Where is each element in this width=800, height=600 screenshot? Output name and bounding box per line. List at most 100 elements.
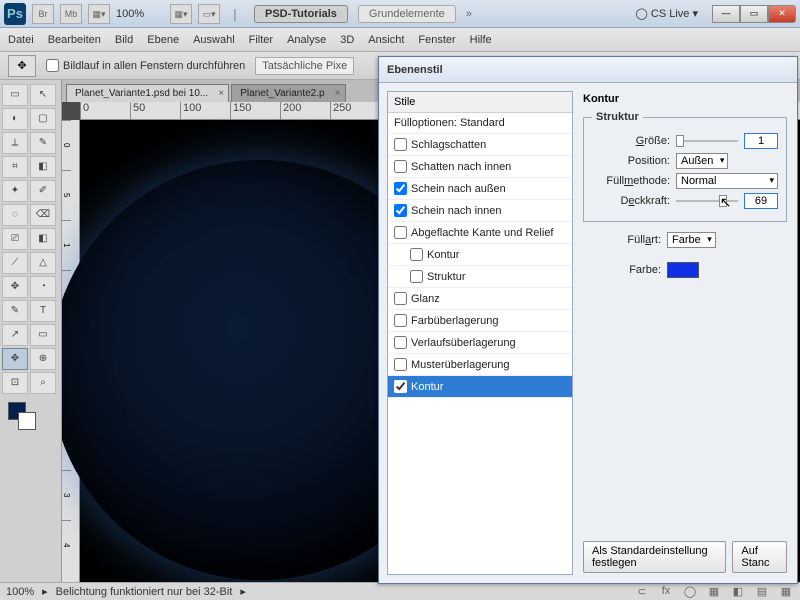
- workspace-more[interactable]: »: [466, 8, 472, 20]
- hand-tool-icon[interactable]: ✥: [8, 55, 36, 77]
- tool-22[interactable]: ✥: [2, 348, 28, 370]
- style-checkbox[interactable]: [394, 336, 407, 349]
- window-minimize[interactable]: —: [712, 5, 740, 23]
- size-value[interactable]: 1: [744, 133, 778, 149]
- cslive-menu[interactable]: ◯ CS Live ▾: [636, 7, 698, 20]
- style-checkbox[interactable]: [394, 358, 407, 371]
- menu-hilfe[interactable]: Hilfe: [470, 34, 492, 46]
- style-checkbox[interactable]: [394, 226, 407, 239]
- style-checkbox[interactable]: [394, 314, 407, 327]
- status-arrow-icon[interactable]: ▸: [240, 585, 246, 598]
- document-tab[interactable]: Planet_Variante1.psd bei 10...×: [66, 84, 229, 102]
- size-slider[interactable]: [676, 133, 738, 149]
- tool-15[interactable]: △: [30, 252, 56, 274]
- close-tab-icon[interactable]: ×: [218, 88, 224, 99]
- style-item[interactable]: Kontur: [388, 244, 572, 266]
- position-dropdown[interactable]: Außen: [676, 153, 728, 169]
- tool-17[interactable]: ◔: [30, 276, 56, 298]
- style-item[interactable]: Schein nach innen: [388, 200, 572, 222]
- window-maximize[interactable]: ▭: [740, 5, 768, 23]
- tool-7[interactable]: ◧: [30, 156, 56, 178]
- document-tab[interactable]: Planet_Variante2.p×: [231, 84, 345, 102]
- status-zoom[interactable]: 100%: [6, 586, 34, 598]
- tool-16[interactable]: ✥: [2, 276, 28, 298]
- style-item[interactable]: Verlaufsüberlagerung: [388, 332, 572, 354]
- set-default-button[interactable]: Als Standardeinstellung festlegen: [583, 541, 726, 573]
- tool-11[interactable]: ⌫: [30, 204, 56, 226]
- menu-auswahl[interactable]: Auswahl: [193, 34, 235, 46]
- style-item[interactable]: Kontur: [388, 376, 572, 398]
- style-checkbox[interactable]: [394, 204, 407, 217]
- style-list-header[interactable]: Stile: [388, 92, 572, 113]
- tool-25[interactable]: ⌕: [30, 372, 56, 394]
- style-item[interactable]: Abgeflachte Kante und Relief: [388, 222, 572, 244]
- tool-1[interactable]: ↖: [30, 84, 56, 106]
- menu-fenster[interactable]: Fenster: [418, 34, 455, 46]
- style-item[interactable]: Schatten nach innen: [388, 156, 572, 178]
- panel-icon[interactable]: fx: [658, 585, 674, 598]
- style-item[interactable]: Struktur: [388, 266, 572, 288]
- tool-14[interactable]: ⟋: [2, 252, 28, 274]
- close-tab-icon[interactable]: ×: [335, 88, 341, 99]
- color-swatch[interactable]: [667, 262, 699, 278]
- background-color[interactable]: [18, 412, 36, 430]
- panel-icon[interactable]: ◯: [682, 585, 698, 598]
- style-item[interactable]: Schlagschatten: [388, 134, 572, 156]
- menu-bearbeiten[interactable]: Bearbeiten: [48, 34, 101, 46]
- tool-8[interactable]: ✦: [2, 180, 28, 202]
- panel-icon[interactable]: ◧: [730, 585, 746, 598]
- tool-18[interactable]: ✎: [2, 300, 28, 322]
- zoom-level[interactable]: 100%: [116, 8, 164, 20]
- style-item[interactable]: Schein nach außen: [388, 178, 572, 200]
- panel-icon[interactable]: ▦: [706, 585, 722, 598]
- window-close[interactable]: ✕: [768, 5, 796, 23]
- style-item[interactable]: Musterüberlagerung: [388, 354, 572, 376]
- panel-icon[interactable]: ▦: [778, 585, 794, 598]
- tool-3[interactable]: ▢: [30, 108, 56, 130]
- tool-12[interactable]: ⎚: [2, 228, 28, 250]
- tool-21[interactable]: ▭: [30, 324, 56, 346]
- actual-pixels-button[interactable]: Tatsächliche Pixe: [255, 57, 354, 75]
- fill-method-dropdown[interactable]: Normal: [676, 173, 778, 189]
- style-checkbox[interactable]: [394, 182, 407, 195]
- workspace-grundelemente[interactable]: Grundelemente: [358, 5, 456, 23]
- screen-mode-icon[interactable]: ▭▾: [198, 4, 220, 24]
- tool-4[interactable]: ⟂: [2, 132, 28, 154]
- tool-20[interactable]: ↗: [2, 324, 28, 346]
- tool-13[interactable]: ◧: [30, 228, 56, 250]
- panel-icon[interactable]: ▤: [754, 585, 770, 598]
- opacity-slider[interactable]: ↖: [676, 193, 738, 209]
- tool-6[interactable]: ⌗: [2, 156, 28, 178]
- tool-24[interactable]: ⊡: [2, 372, 28, 394]
- menu-ansicht[interactable]: Ansicht: [368, 34, 404, 46]
- style-checkbox[interactable]: [410, 270, 423, 283]
- menu-analyse[interactable]: Analyse: [287, 34, 326, 46]
- tool-10[interactable]: ◌: [2, 204, 28, 226]
- bridge-icon[interactable]: Br: [32, 4, 54, 24]
- tool-9[interactable]: ✐: [30, 180, 56, 202]
- tool-2[interactable]: ◐: [2, 108, 28, 130]
- style-checkbox[interactable]: [394, 138, 407, 151]
- style-checkbox[interactable]: [394, 160, 407, 173]
- menu-ebene[interactable]: Ebene: [147, 34, 179, 46]
- tool-19[interactable]: T: [30, 300, 56, 322]
- menu-bild[interactable]: Bild: [115, 34, 133, 46]
- tool-23[interactable]: ⊕: [30, 348, 56, 370]
- scroll-all-windows-checkbox[interactable]: Bildlauf in allen Fenstern durchführen: [46, 59, 245, 72]
- style-item[interactable]: Glanz: [388, 288, 572, 310]
- status-arrow-icon[interactable]: ▸: [42, 585, 48, 598]
- tool-0[interactable]: ▭: [2, 84, 28, 106]
- reset-default-button[interactable]: Auf Stanc: [732, 541, 787, 573]
- menu-3d[interactable]: 3D: [340, 34, 354, 46]
- style-item[interactable]: Farbüberlagerung: [388, 310, 572, 332]
- style-checkbox[interactable]: [410, 248, 423, 261]
- view-extras-icon[interactable]: ▦▾: [170, 4, 192, 24]
- panel-icon[interactable]: ⊂: [634, 585, 650, 598]
- tool-5[interactable]: ✎: [30, 132, 56, 154]
- minibridge-icon[interactable]: Mb: [60, 4, 82, 24]
- menu-datei[interactable]: Datei: [8, 34, 34, 46]
- opacity-value[interactable]: 69: [744, 193, 778, 209]
- blending-options-item[interactable]: Fülloptionen: Standard: [388, 113, 572, 134]
- layout-icon[interactable]: ▦▾: [88, 4, 110, 24]
- style-checkbox[interactable]: [394, 380, 407, 393]
